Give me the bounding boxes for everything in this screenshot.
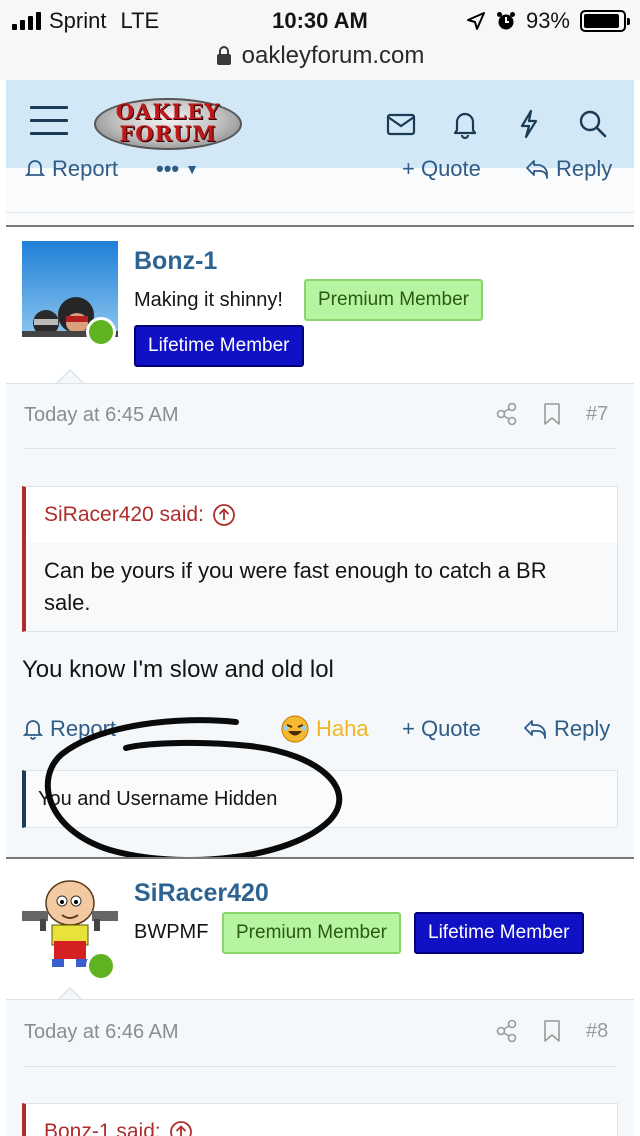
divider — [6, 383, 634, 384]
post-number[interactable]: #7 — [586, 403, 608, 426]
share-icon[interactable] — [496, 402, 518, 426]
url-text: oakleyforum.com — [241, 42, 425, 69]
arrow-up-circle-icon[interactable] — [212, 503, 236, 527]
quote-author: SiRacer420 said: — [44, 503, 204, 526]
lifetime-member-badge: Lifetime Member — [414, 912, 584, 954]
report-link[interactable]: Report — [24, 156, 118, 182]
post-meta-actions: #7 — [496, 402, 608, 426]
site-logo[interactable]: OAKLEY FORUM — [94, 98, 242, 150]
arrow-up-circle-icon[interactable] — [169, 1120, 193, 1136]
quote-header[interactable]: SiRacer420 said: — [26, 487, 617, 543]
quote-link[interactable]: + Quote — [402, 156, 481, 182]
inbox-icon[interactable] — [384, 108, 418, 140]
laughing-emoji-icon — [281, 715, 309, 743]
more-options-button[interactable]: ••• ▼ — [156, 156, 199, 182]
user-title: Making it shinny! — [134, 289, 283, 311]
quote-block: SiRacer420 said: Can be yours if you wer… — [22, 486, 618, 632]
site-header: OAKLEY FORUM — [6, 80, 634, 168]
divider — [24, 1066, 616, 1067]
username[interactable]: Bonz-1 — [134, 247, 217, 276]
divider — [6, 999, 634, 1000]
bookmark-icon[interactable] — [542, 402, 562, 426]
divider — [6, 212, 634, 213]
post-user-panel: Bonz-1 Making it shinny! Premium Member … — [6, 227, 634, 384]
online-status-icon — [86, 951, 116, 981]
location-arrow-icon — [466, 12, 485, 30]
lightning-icon[interactable] — [512, 108, 546, 140]
status-bar: Sprint LTE 10:30 AM 93% — [0, 0, 640, 40]
logo-line-2: FORUM — [119, 121, 217, 146]
post-timestamp[interactable]: Today at 6:45 AM — [24, 404, 179, 427]
online-status-icon — [86, 317, 116, 347]
lifetime-member-badge: Lifetime Member — [134, 325, 304, 367]
post-message: You know I'm slow and old lol — [22, 656, 334, 683]
haha-reaction-button[interactable]: Haha — [280, 714, 369, 744]
quote-header[interactable]: Bonz-1 said: — [26, 1104, 617, 1136]
username[interactable]: SiRacer420 — [134, 879, 269, 908]
quote-text: Can be yours if you were fast enough to … — [44, 558, 547, 615]
battery-icon — [580, 10, 630, 32]
share-icon[interactable] — [496, 1019, 518, 1043]
address-bar[interactable]: oakleyforum.com — [0, 40, 640, 80]
premium-member-badge: Premium Member — [304, 279, 483, 321]
user-title: BWPMF — [134, 921, 209, 943]
quote-block: Bonz-1 said: — [22, 1103, 618, 1136]
lock-icon — [216, 46, 231, 65]
report-bell-icon — [22, 720, 44, 740]
reactions-text: You and Username Hidden — [38, 788, 278, 810]
previous-post-footer: Report ••• ▼ + Quote Reply — [6, 156, 634, 226]
logo-line-1: OAKLEY — [115, 99, 221, 124]
chevron-down-icon: ▼ — [185, 161, 199, 177]
quote-author: Bonz-1 said: — [44, 1120, 161, 1136]
battery-percent: 93% — [525, 8, 570, 33]
menu-icon[interactable] — [30, 106, 68, 138]
reply-icon — [524, 720, 546, 739]
post-meta-actions: #8 — [496, 1019, 608, 1043]
post-number[interactable]: #8 — [586, 1020, 608, 1043]
post-user-panel: SiRacer420 BWPMF Premium Member Lifetime… — [6, 859, 634, 1002]
reply-icon — [526, 160, 548, 179]
divider — [24, 448, 616, 449]
reply-link[interactable]: Reply — [524, 156, 612, 182]
post-timestamp[interactable]: Today at 6:46 AM — [24, 1021, 179, 1044]
report-link[interactable]: Report — [22, 716, 116, 742]
report-bell-icon — [24, 160, 46, 176]
bell-icon[interactable] — [448, 108, 482, 140]
reply-link[interactable]: Reply — [522, 716, 610, 742]
reactions-summary[interactable]: You and Username Hidden — [22, 770, 618, 828]
panel-pointer — [56, 369, 84, 384]
alarm-icon — [496, 12, 515, 30]
premium-member-badge: Premium Member — [222, 912, 401, 954]
bookmark-icon[interactable] — [542, 1019, 562, 1043]
search-icon[interactable] — [576, 108, 610, 140]
quote-link[interactable]: + Quote — [402, 716, 481, 742]
